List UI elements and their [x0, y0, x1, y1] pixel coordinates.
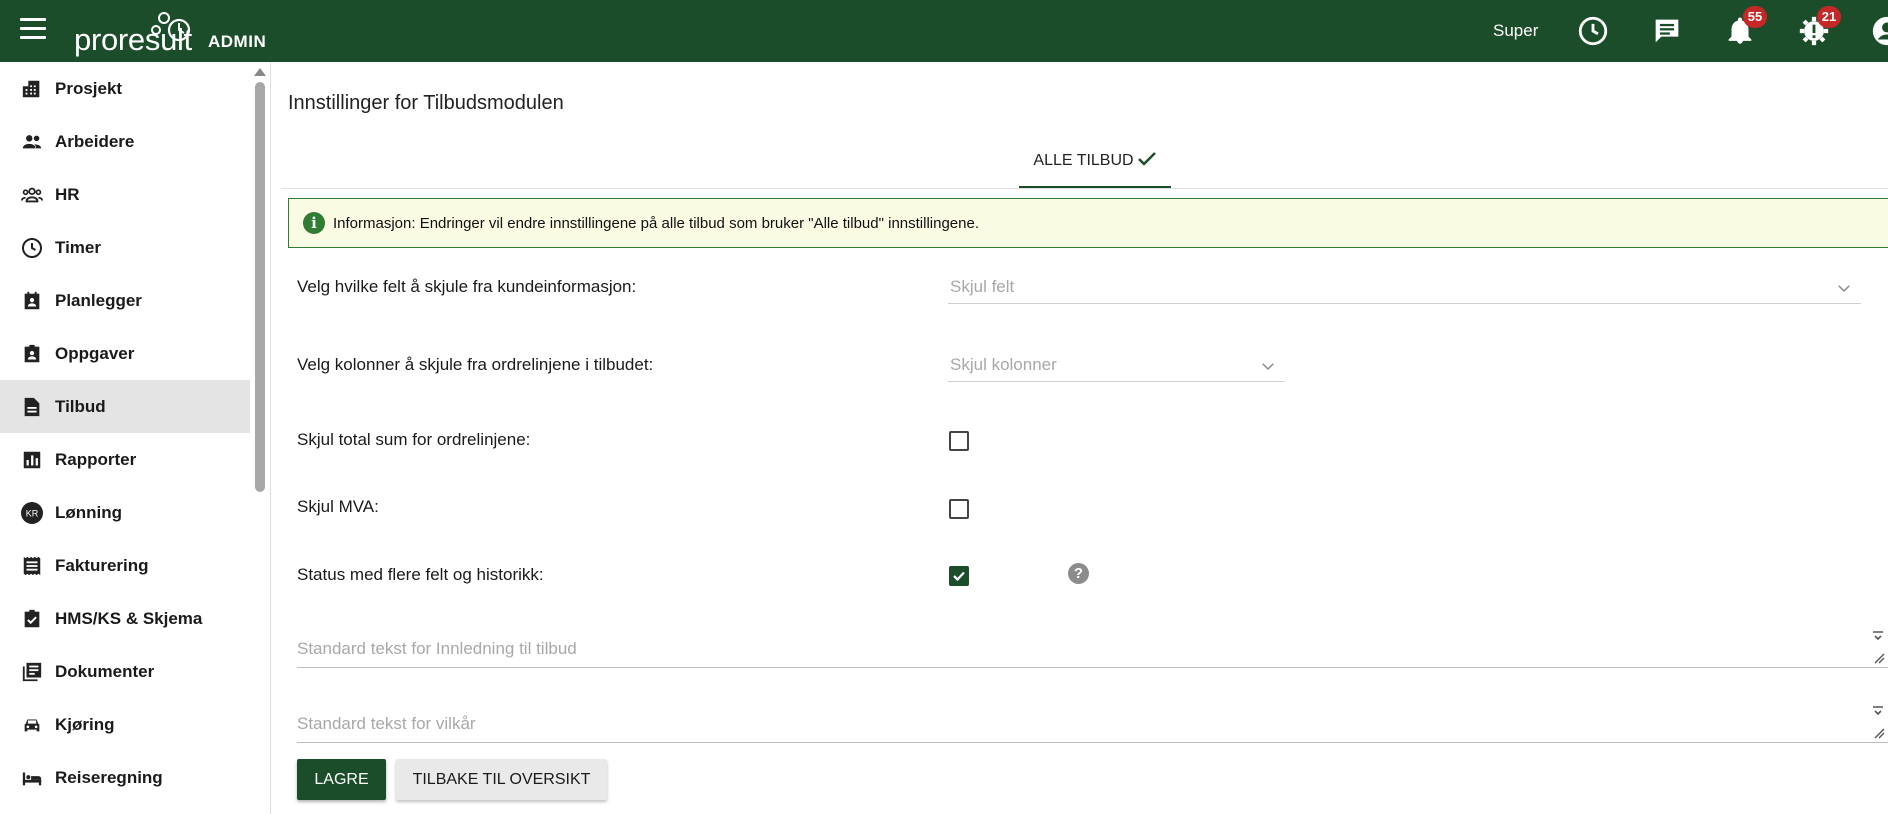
help-icon[interactable]: ?	[1068, 563, 1089, 584]
sidebar-item-label: Rapporter	[55, 449, 137, 469]
alerts-badge: 21	[1817, 6, 1841, 28]
chevron-down-icon	[1259, 357, 1277, 380]
hide-total-checkbox[interactable]	[949, 431, 969, 451]
logo-admin-label: ADMIN	[208, 32, 267, 51]
checklist-icon	[20, 607, 44, 631]
library-icon	[20, 660, 44, 684]
resize-handle-icon[interactable]	[1870, 629, 1886, 670]
people-icon	[20, 130, 44, 154]
sidebar: Prosjekt Arbeidere HR Timer Planlegger O…	[0, 62, 271, 814]
document-icon	[20, 395, 44, 419]
sidebar-scrollbar[interactable]	[254, 68, 266, 808]
top-app-bar: proresult ADMIN Super 55 21	[0, 0, 1888, 62]
account-icon[interactable]	[1870, 14, 1888, 48]
notifications-badge: 55	[1743, 6, 1767, 28]
sidebar-item-hms[interactable]: HMS/KS & Skjema	[0, 592, 250, 645]
sidebar-item-label: Arbeidere	[55, 131, 135, 151]
clock-icon[interactable]	[1576, 14, 1610, 48]
sidebar-item-oppgaver[interactable]: Oppgaver	[0, 327, 250, 380]
sidebar-item-label: Fakturering	[55, 555, 149, 575]
sidebar-item-planlegger[interactable]: Planlegger	[0, 274, 250, 327]
check-icon	[1137, 150, 1157, 173]
sidebar-item-fakturering[interactable]: Fakturering	[0, 539, 250, 592]
info-icon: i	[303, 212, 325, 234]
intro-text-placeholder: Standard tekst for Innledning til tilbud	[297, 639, 577, 658]
sidebar-item-label: HR	[55, 184, 80, 204]
back-to-overview-button[interactable]: TILBAKE TIL OVERSIKT	[396, 759, 607, 800]
tab-alle-tilbud[interactable]: ALLE TILBUD	[1019, 150, 1171, 188]
receipt-icon	[20, 554, 44, 578]
sidebar-item-rapporter[interactable]: Rapporter	[0, 433, 250, 486]
alert-gear-icon[interactable]: 21	[1797, 6, 1841, 48]
sidebar-item-tilbud[interactable]: Tilbud	[0, 380, 250, 433]
chevron-down-icon	[1835, 279, 1853, 302]
menu-icon[interactable]	[20, 18, 46, 42]
assignment-icon	[20, 342, 44, 366]
intro-text-field[interactable]: Standard tekst for Innledning til tilbud	[297, 629, 1888, 668]
sidebar-item-reiseregning[interactable]: Reiseregning	[0, 751, 250, 804]
sidebar-item-label: Lønning	[55, 502, 123, 522]
status-history-label: Status med flere felt og historikk:	[297, 565, 544, 584]
info-text: Informasjon: Endringer vil endre innstil…	[333, 215, 980, 232]
bell-icon[interactable]: 55	[1723, 6, 1767, 48]
hide-vat-label: Skjul MVA:	[297, 497, 379, 516]
sidebar-item-lonning[interactable]: KR Lønning	[0, 486, 250, 539]
hide-columns-placeholder: Skjul kolonner	[950, 355, 1057, 374]
car-icon	[20, 713, 44, 737]
save-button[interactable]: LAGRE	[297, 759, 386, 800]
kr-icon-text: KR	[26, 508, 39, 518]
scroll-up-arrow-icon[interactable]	[254, 68, 266, 76]
group-icon	[20, 183, 44, 207]
scroll-thumb[interactable]	[255, 82, 265, 492]
planner-icon	[20, 289, 44, 313]
terms-text-placeholder: Standard tekst for vilkår	[297, 714, 476, 733]
sidebar-item-kjoring[interactable]: Kjøring	[0, 698, 250, 751]
logo-clock-icon	[151, 12, 191, 42]
sidebar-item-timer[interactable]: Timer	[0, 221, 250, 274]
sidebar-item-hr[interactable]: HR	[0, 168, 250, 221]
chat-icon[interactable]	[1650, 14, 1684, 48]
building-icon	[20, 77, 44, 101]
sidebar-item-label: HMS/KS & Skjema	[55, 608, 203, 628]
terms-text-field[interactable]: Standard tekst for vilkår	[297, 704, 1888, 743]
sidebar-item-label: Timer	[55, 237, 101, 257]
sidebar-item-label: Prosjekt	[55, 78, 123, 98]
sidebar-item-label: Kjøring	[55, 714, 115, 734]
sidebar-item-label: Dokumenter	[55, 661, 155, 681]
hide-fields-select[interactable]: Skjul felt	[948, 277, 1861, 304]
main-content: Innstillinger for Tilbudsmodulen ALLE TI…	[271, 62, 1888, 814]
status-history-checkbox[interactable]	[949, 566, 969, 586]
sidebar-item-label: Oppgaver	[55, 343, 135, 363]
hide-fields-placeholder: Skjul felt	[950, 277, 1015, 296]
resize-handle-icon[interactable]	[1870, 704, 1886, 745]
hide-columns-select[interactable]: Skjul kolonner	[948, 355, 1285, 382]
sidebar-item-label: Reiseregning	[55, 767, 163, 787]
user-name[interactable]: Super	[1493, 21, 1538, 41]
check-icon	[953, 571, 965, 582]
sidebar-item-label: Tilbud	[55, 396, 106, 416]
kr-icon: KR	[20, 501, 44, 525]
bed-icon	[20, 766, 44, 790]
page-title: Innstillinger for Tilbudsmodulen	[288, 92, 564, 114]
sidebar-item-prosjekt[interactable]: Prosjekt	[0, 62, 250, 115]
chart-icon	[20, 448, 44, 472]
hide-total-label: Skjul total sum for ordrelinjene:	[297, 430, 531, 449]
sidebar-item-dokumenter[interactable]: Dokumenter	[0, 645, 250, 698]
tab-label: ALLE TILBUD	[1033, 152, 1134, 169]
hide-vat-checkbox[interactable]	[949, 499, 969, 519]
info-banner: i Informasjon: Endringer vil endre innst…	[288, 198, 1888, 248]
sidebar-item-arbeidere[interactable]: Arbeidere	[0, 115, 250, 168]
hide-fields-label: Velg hvilke felt å skjule fra kundeinfor…	[297, 277, 637, 296]
hide-columns-label: Velg kolonner å skjule fra ordrelinjene …	[297, 355, 654, 374]
tab-divider	[281, 188, 1888, 189]
clock-icon	[20, 236, 44, 260]
sidebar-item-label: Planlegger	[55, 290, 142, 310]
